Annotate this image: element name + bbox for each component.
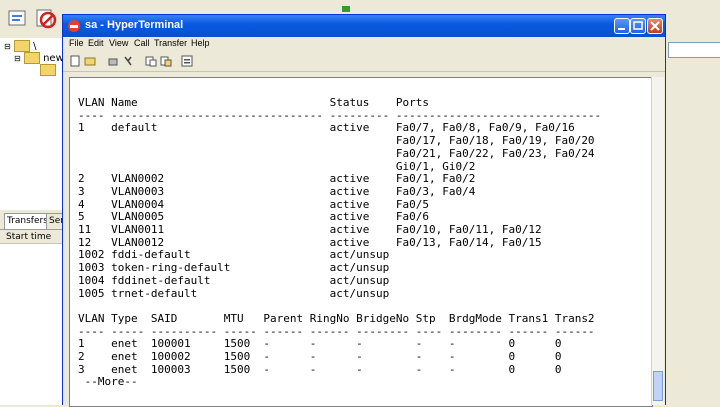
vertical-scrollbar[interactable]: [651, 77, 664, 405]
menu-bar: File Edit View Call Transfer Help: [63, 37, 665, 53]
transfers-list: Start time: [0, 229, 62, 405]
tree-item-root[interactable]: ⊟ \: [4, 40, 36, 52]
terminal-line: Fa0/21, Fa0/22, Fa0/23, Fa0/24: [78, 146, 595, 160]
close-button[interactable]: [647, 18, 663, 34]
terminal-line: 11 VLAN0011 active Fa0/10, Fa0/11, Fa0/1…: [78, 223, 542, 236]
properties-icon[interactable]: [6, 6, 30, 30]
terminal-screen[interactable]: VLAN Name Status Ports ---- ------------…: [69, 77, 653, 407]
menu-call[interactable]: Call: [134, 38, 150, 48]
menu-file[interactable]: File: [69, 38, 84, 48]
tab-transfers[interactable]: Transfers: [4, 213, 51, 229]
hyperterminal-window: sa - HyperTerminal File Edit View Call T…: [62, 14, 666, 407]
maximize-button[interactable]: [630, 18, 646, 34]
terminal-line: VLAN Type SAID MTU Parent RingNo BridgeN…: [78, 311, 595, 325]
minimize-button[interactable]: [614, 18, 630, 34]
terminal-line: 2 VLAN0002 active Fa0/1, Fa0/2: [78, 172, 476, 186]
collapse-icon: ⊟: [14, 54, 21, 63]
tree-item-child[interactable]: [40, 64, 56, 76]
more-prompt: --More--: [78, 375, 145, 389]
column-header-start-time[interactable]: Start time: [0, 230, 62, 244]
background-right-panel: [664, 38, 720, 404]
properties-icon[interactable]: [181, 55, 193, 67]
green-icon: [340, 4, 352, 14]
menu-help[interactable]: Help: [191, 38, 210, 48]
folder-icon: [23, 52, 40, 64]
menu-transfer[interactable]: Transfer: [154, 38, 187, 48]
terminal-line: 1004 fddinet-default act/unsup: [78, 273, 390, 287]
cancel-icon[interactable]: [34, 6, 58, 30]
folder-tree: ⊟ \ ⊟ new: [0, 38, 64, 210]
window-title: sa - HyperTerminal: [85, 19, 184, 31]
call-icon[interactable]: [107, 55, 119, 67]
hyperterminal-toolbar: [63, 53, 665, 72]
background-tabs: Transfers Serv: [0, 210, 73, 230]
disconnect-icon[interactable]: [122, 55, 134, 67]
terminal-line: 2 enet 100002 1500 - - - - - 0 0: [78, 350, 562, 363]
folder-icon: [40, 64, 56, 76]
receive-icon[interactable]: [160, 55, 172, 67]
terminal-line: 1005 trnet-default act/unsup: [78, 286, 390, 300]
send-icon[interactable]: [145, 55, 157, 67]
terminal-line: VLAN Name Status Ports: [78, 96, 429, 109]
collapse-icon: ⊟: [4, 42, 11, 51]
scrollbar-thumb[interactable]: [653, 371, 663, 401]
terminal-line: 1003 token-ring-default act/unsup: [78, 261, 390, 275]
terminal-line: 3 enet 100003 1500 - - - - - 0 0: [78, 362, 562, 376]
open-icon[interactable]: [84, 55, 96, 67]
background-input[interactable]: [668, 42, 720, 58]
folder-icon: [13, 40, 30, 52]
menu-edit[interactable]: Edit: [88, 38, 104, 48]
terminal-line: Fa0/17, Fa0/18, Fa0/19, Fa0/20: [78, 134, 595, 148]
new-icon[interactable]: [69, 55, 81, 67]
hyperterminal-icon: [67, 19, 81, 33]
terminal-line: 3 VLAN0003 active Fa0/3, Fa0/4: [78, 184, 476, 198]
tree-item-new[interactable]: ⊟ new: [14, 52, 64, 64]
title-bar[interactable]: sa - HyperTerminal: [63, 15, 665, 37]
menu-view[interactable]: View: [109, 38, 128, 48]
